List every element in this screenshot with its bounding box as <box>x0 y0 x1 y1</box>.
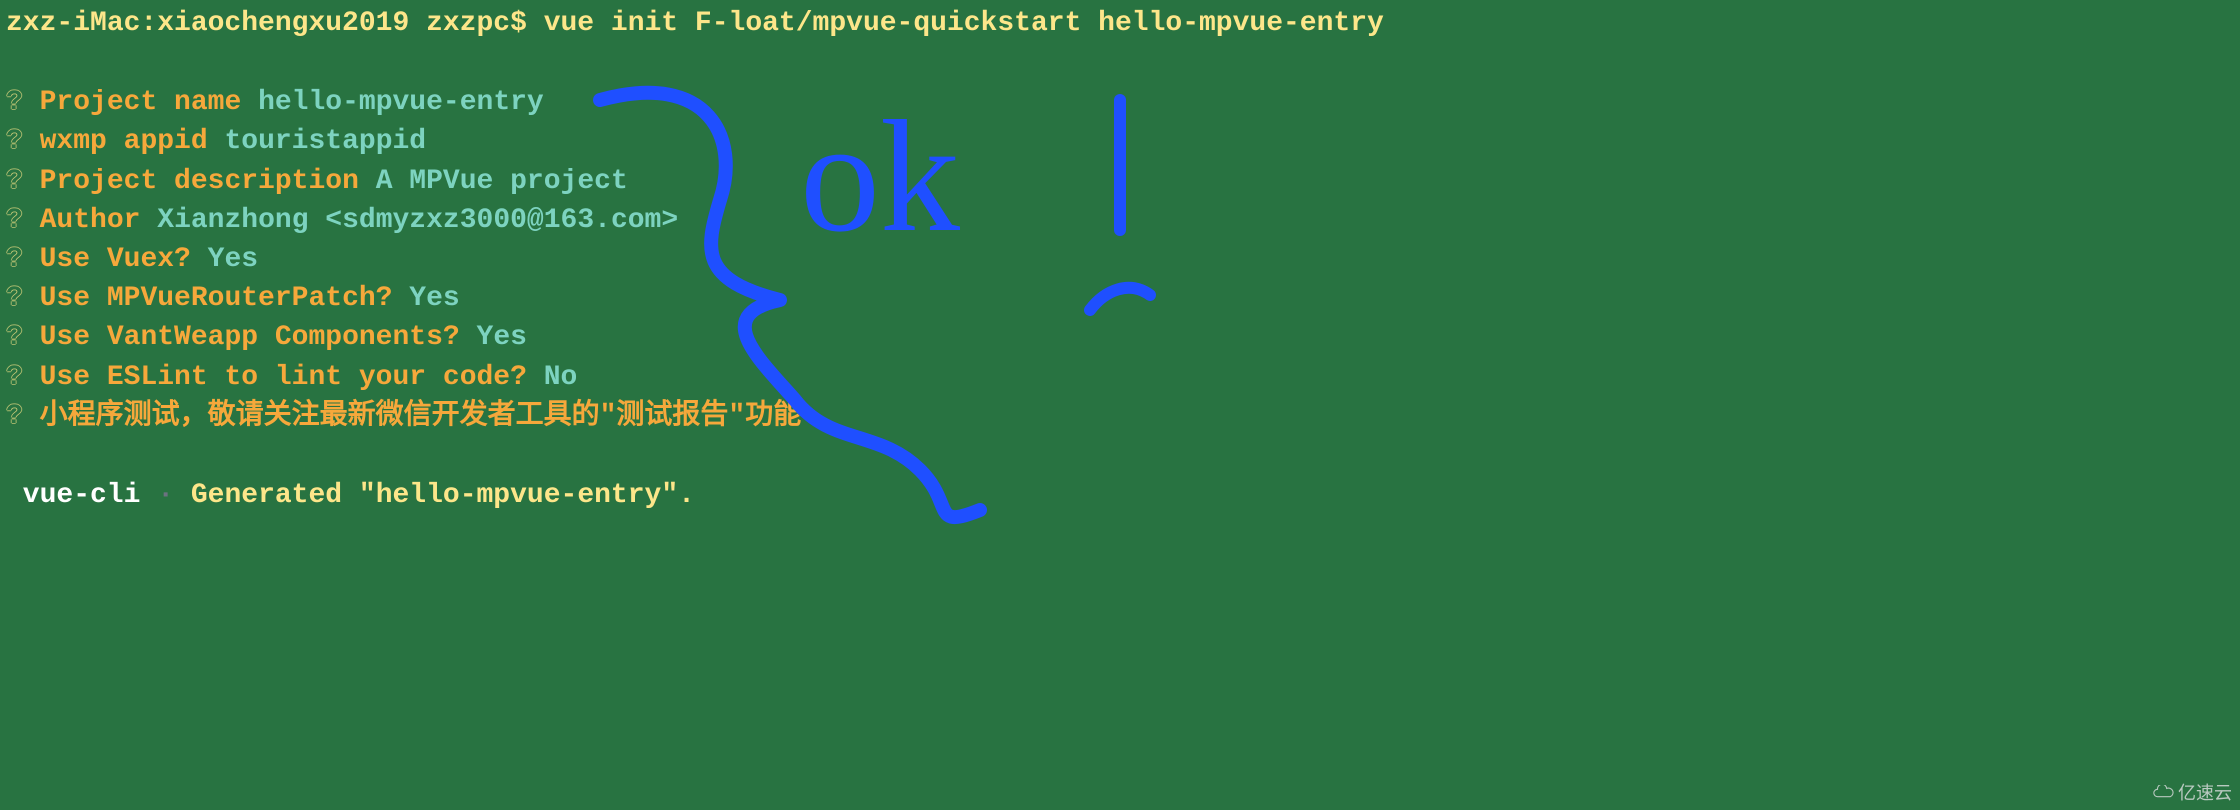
prompt-label: Use MPVueRouterPatch? <box>40 283 393 314</box>
generated-line: vue-cli · Generated "hello-mpvue-entry". <box>6 476 2234 515</box>
separator-dot-icon: · <box>157 480 174 511</box>
prompt-value: Xianzhong <sdmyzxz3000@163.com> <box>157 205 678 236</box>
question-mark-icon: ? <box>6 401 23 432</box>
watermark-text: 亿速云 <box>2178 781 2232 806</box>
prompt-label: Use VantWeapp Components? <box>40 322 460 353</box>
question-mark-icon: ? <box>6 87 23 118</box>
prompt-list: ? Project name hello-mpvue-entry? wxmp a… <box>6 83 2234 397</box>
prompt-row: ? Use ESLint to lint your code? No <box>6 358 2234 397</box>
watermark: 亿速云 <box>2152 781 2232 806</box>
notice-line: ? 小程序测试，敬请关注最新微信开发者工具的"测试报告"功能 <box>6 397 2234 436</box>
prompt-row: ? Use MPVueRouterPatch? Yes <box>6 279 2234 318</box>
question-mark-icon: ? <box>6 362 23 393</box>
prompt-value: hello-mpvue-entry <box>258 87 544 118</box>
question-mark-icon: ? <box>6 126 23 157</box>
prompt-label: wxmp appid <box>40 126 208 157</box>
question-mark-icon: ? <box>6 322 23 353</box>
cloud-icon <box>2152 785 2174 801</box>
prompt-label: Use ESLint to lint your code? <box>40 362 527 393</box>
prompt-value: Yes <box>477 322 527 353</box>
prompt-label: Author <box>40 205 141 236</box>
prompt-label: Project name <box>40 87 242 118</box>
prompt-value: A MPVue project <box>376 166 628 197</box>
question-mark-icon: ? <box>6 283 23 314</box>
prompt-value: touristappid <box>224 126 426 157</box>
prompt-label: Use Vuex? <box>40 244 191 275</box>
prompt-row: ? wxmp appid touristappid <box>6 122 2234 161</box>
prompt-row: ? Project description A MPVue project <box>6 162 2234 201</box>
prompt-label: Project description <box>40 166 359 197</box>
prompt-row: ? Use Vuex? Yes <box>6 240 2234 279</box>
prompt-row: ? Project name hello-mpvue-entry <box>6 83 2234 122</box>
command-line: zxz-iMac:xiaochengxu2019 zxzpc$ vue init… <box>6 4 2234 43</box>
prompt-value: Yes <box>208 244 258 275</box>
question-mark-icon: ? <box>6 205 23 236</box>
tool-name: vue-cli <box>23 480 141 511</box>
question-mark-icon: ? <box>6 244 23 275</box>
notice-text: 小程序测试，敬请关注最新微信开发者工具的"测试报告"功能 <box>40 401 802 432</box>
prompt-row: ? Use VantWeapp Components? Yes <box>6 318 2234 357</box>
generated-message: Generated "hello-mpvue-entry". <box>191 480 695 511</box>
question-mark-icon: ? <box>6 166 23 197</box>
prompt-value: Yes <box>409 283 459 314</box>
prompt-value: No <box>544 362 578 393</box>
prompt-row: ? Author Xianzhong <sdmyzxz3000@163.com> <box>6 201 2234 240</box>
